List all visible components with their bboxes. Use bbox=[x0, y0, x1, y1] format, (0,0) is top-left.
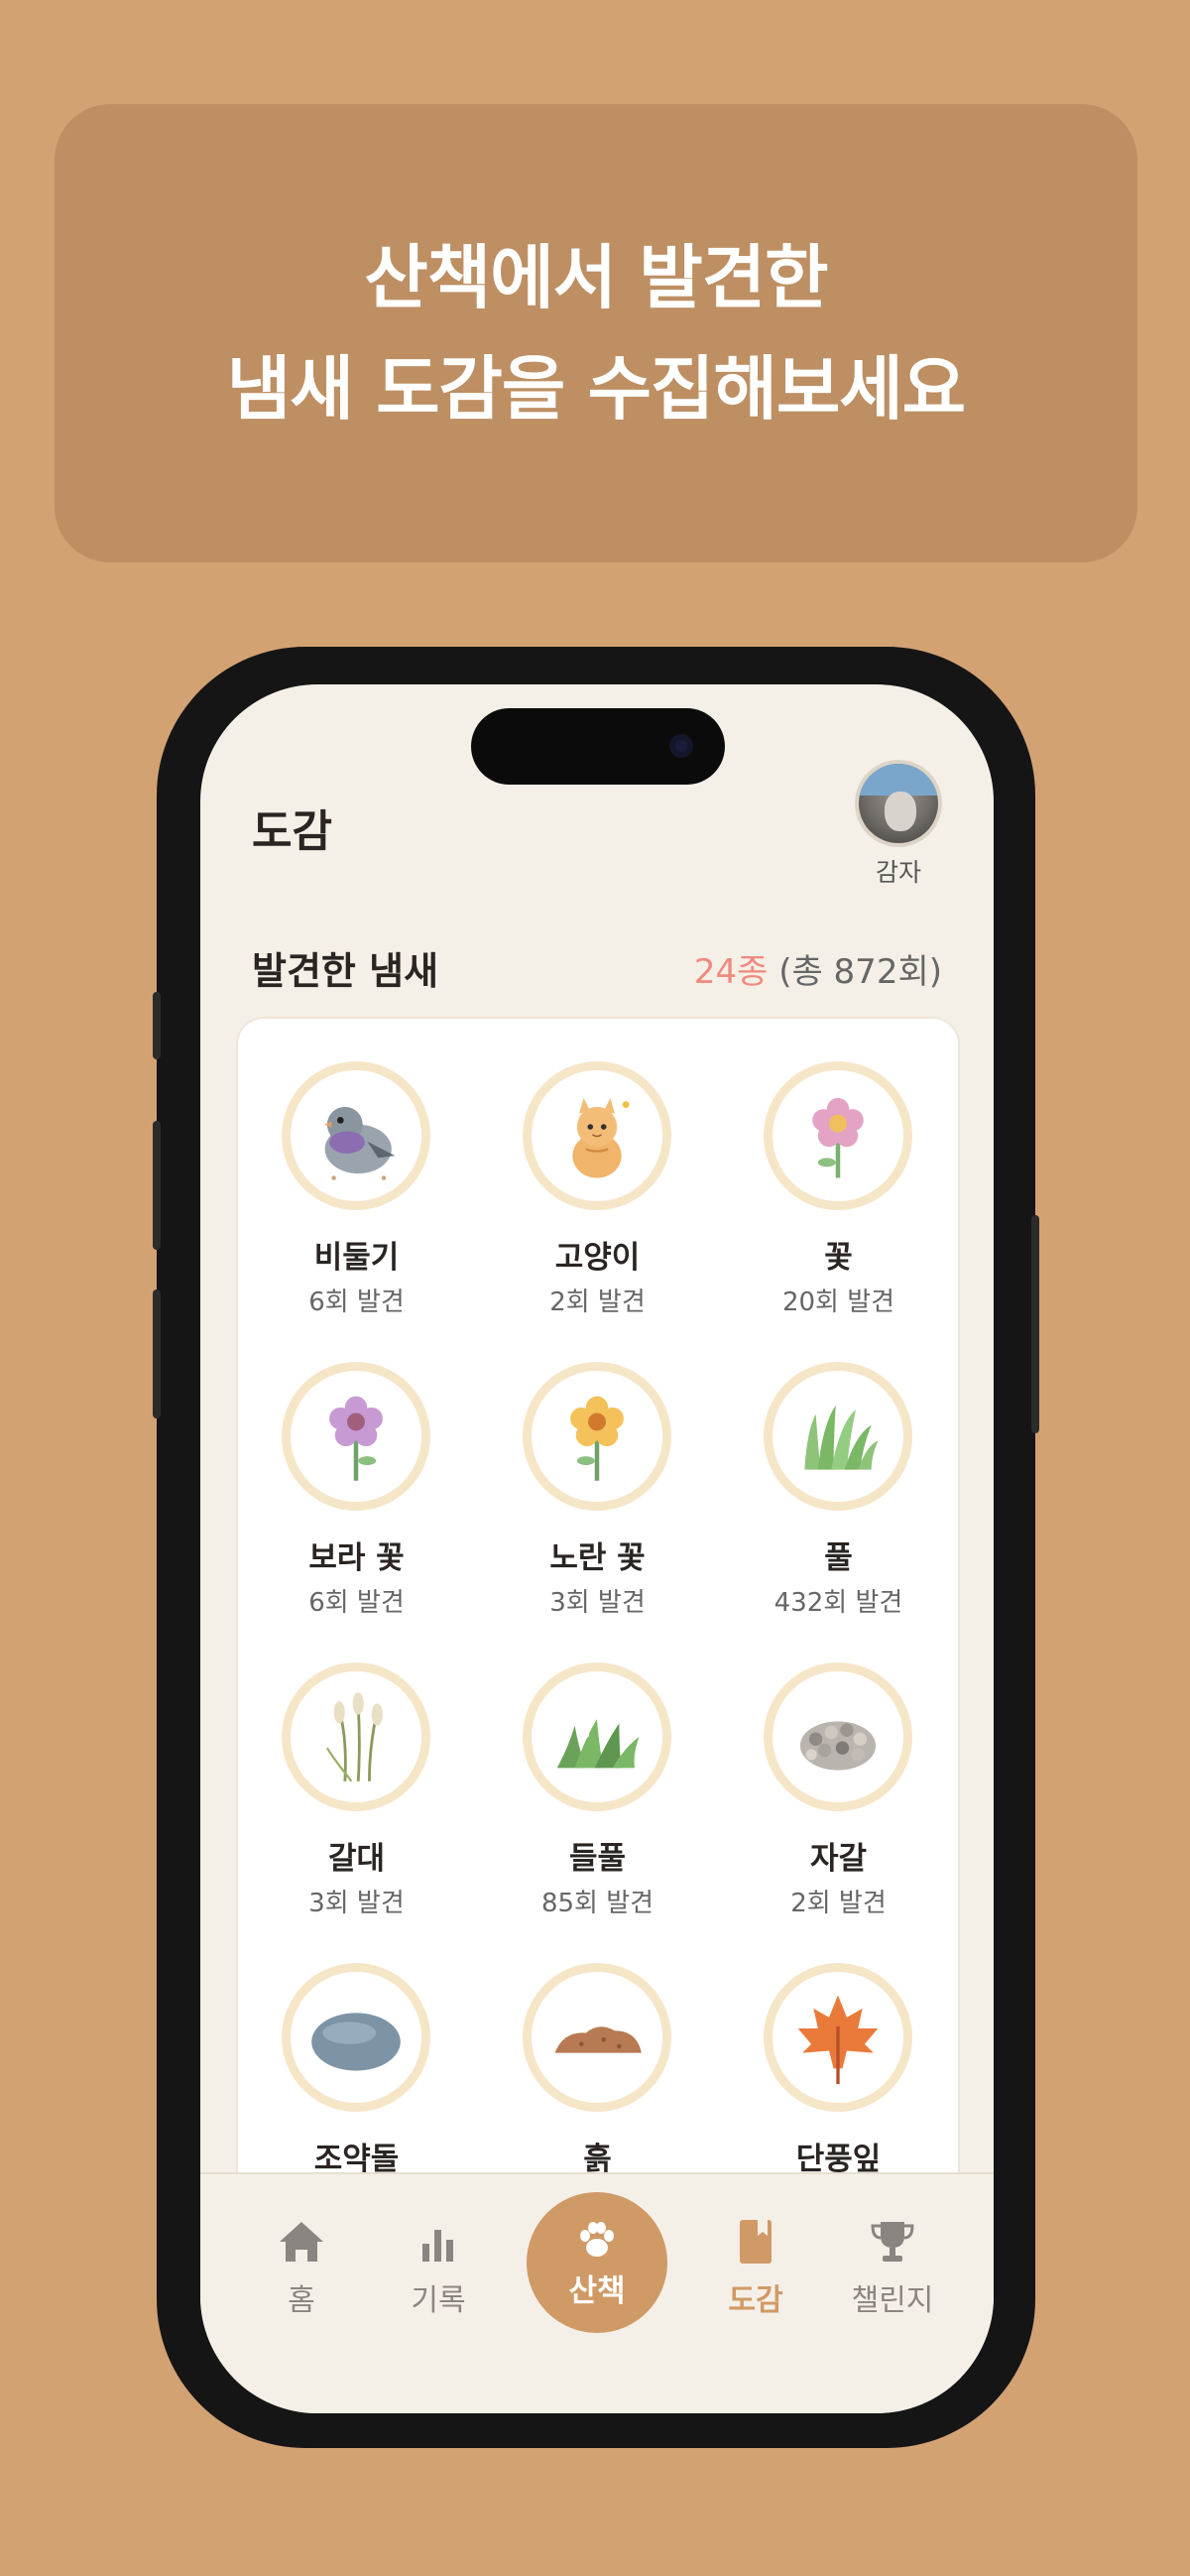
item-name: 고양이 bbox=[554, 1240, 641, 1276]
cat-icon bbox=[572, 1097, 630, 1178]
reed-icon bbox=[325, 1692, 383, 1782]
paw-icon bbox=[580, 2221, 614, 2257]
item-badge bbox=[523, 1662, 671, 1811]
phone-power-button bbox=[1031, 1215, 1039, 1433]
phone-volume-down-button bbox=[153, 1289, 161, 1418]
item-badge bbox=[764, 1662, 912, 1811]
tab-collection[interactable]: 도감 bbox=[696, 2214, 815, 2319]
item-count: 432회 발견 bbox=[774, 1588, 903, 1618]
item-badge bbox=[523, 1061, 671, 1210]
promo-banner: 산책에서 발견한 냄새 도감을 수집해보세요 bbox=[55, 104, 1137, 562]
bar-chart-icon bbox=[422, 2230, 453, 2262]
item-count: 2회 발견 bbox=[790, 1889, 887, 1918]
species-count: 24종 bbox=[693, 952, 769, 992]
item-count: 3회 발견 bbox=[549, 1588, 646, 1618]
item-name: 갈대 bbox=[327, 1841, 386, 1877]
purple-flower-icon bbox=[329, 1396, 383, 1481]
item-badge bbox=[764, 1963, 912, 2112]
banner-line-1: 산책에서 발견한 bbox=[364, 237, 828, 318]
tab-label: 챌린지 bbox=[851, 2283, 934, 2318]
item-name: 풀 bbox=[824, 1540, 853, 1576]
tab-label: 홈 bbox=[288, 2283, 315, 2318]
profile-avatar[interactable] bbox=[855, 760, 942, 847]
item-name: 비둘기 bbox=[313, 1240, 400, 1276]
item-badge bbox=[523, 1963, 671, 2112]
pink-flower-icon bbox=[812, 1097, 864, 1178]
tab-label: 도감 bbox=[728, 2283, 783, 2318]
item-count: 20회 발견 bbox=[781, 1288, 895, 1317]
home-icon bbox=[280, 2222, 323, 2262]
dynamic-island bbox=[471, 708, 725, 785]
banner-line-2: 냄새 도감을 수집해보세요 bbox=[226, 348, 966, 429]
item-name: 들풀 bbox=[568, 1841, 627, 1877]
trophy-icon bbox=[871, 2222, 914, 2262]
tab-label: 산책 bbox=[568, 2272, 626, 2309]
item-badge bbox=[282, 1963, 430, 2112]
item-count: 6회 발견 bbox=[308, 1288, 405, 1317]
item-badge bbox=[764, 1362, 912, 1511]
phone-side-button bbox=[153, 992, 161, 1059]
item-badge bbox=[282, 1061, 430, 1210]
item-count: 85회 발견 bbox=[540, 1889, 654, 1918]
soil-icon bbox=[554, 2026, 642, 2053]
item-name: 노란 꽃 bbox=[549, 1540, 646, 1576]
walk-button[interactable]: 산책 bbox=[527, 2192, 667, 2333]
item-count: 6회 발견 bbox=[308, 1588, 405, 1618]
discovery-summary: 24종 (총 872회) bbox=[694, 944, 942, 993]
tab-challenge[interactable]: 챌린지 bbox=[833, 2214, 952, 2319]
page-title: 도감 bbox=[252, 806, 332, 857]
item-name: 보라 꽃 bbox=[308, 1540, 405, 1576]
bottom-tab-bar: 홈 기록 산책 도감 챌린지 bbox=[200, 2172, 994, 2413]
app-screen: 도감 감자 발견한 냄새 24종 (총 872회) 비둘기 6회 발견 고양이 … bbox=[200, 684, 994, 2413]
profile-name: 감자 bbox=[875, 858, 921, 887]
maple-leaf-icon bbox=[797, 1995, 879, 2085]
pigeon-icon bbox=[324, 1106, 396, 1180]
total-count: (총 872회) bbox=[778, 952, 942, 992]
item-badge bbox=[523, 1362, 671, 1511]
book-icon bbox=[740, 2220, 772, 2264]
item-count: 3회 발견 bbox=[308, 1889, 405, 1918]
section-title: 발견한 냄새 bbox=[252, 949, 439, 993]
item-name: 자갈 bbox=[809, 1841, 868, 1877]
item-badge bbox=[282, 1662, 430, 1811]
grass-icon bbox=[804, 1405, 879, 1470]
item-name: 꽃 bbox=[824, 1240, 853, 1276]
yellow-flower-icon bbox=[570, 1396, 624, 1481]
dog-icon bbox=[885, 792, 916, 831]
pebble-icon bbox=[311, 2013, 401, 2071]
wild-grass-icon bbox=[556, 1719, 640, 1769]
phone-volume-up-button bbox=[153, 1121, 161, 1250]
gravel-icon bbox=[799, 1721, 877, 1771]
tab-records[interactable]: 기록 bbox=[379, 2214, 498, 2319]
tab-home[interactable]: 홈 bbox=[242, 2214, 361, 2319]
item-count: 2회 발견 bbox=[549, 1288, 646, 1317]
item-badge bbox=[282, 1362, 430, 1511]
item-badge bbox=[764, 1061, 912, 1210]
tab-label: 기록 bbox=[411, 2283, 466, 2318]
camera-icon bbox=[669, 734, 693, 758]
